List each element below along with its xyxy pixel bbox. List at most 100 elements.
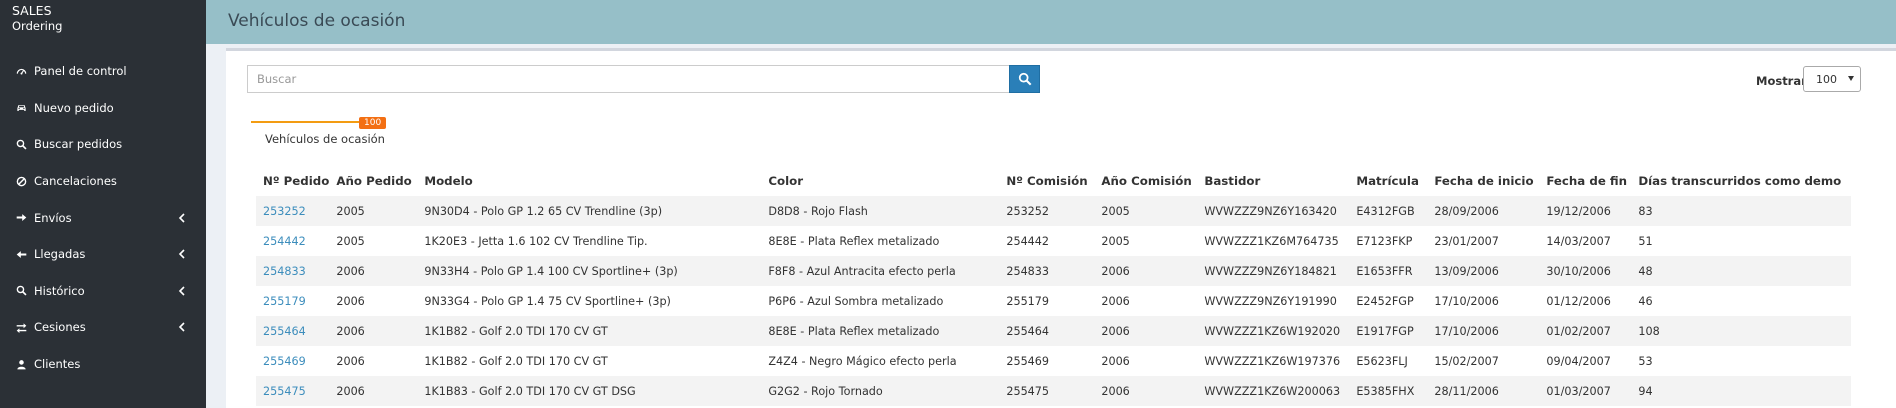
order-link[interactable]: 253252 [263,205,306,218]
brand-title: SALES [12,3,52,18]
order-number-cell: 254442 [256,226,329,256]
table-cell: 23/01/2007 [1434,234,1499,248]
chevron-left-icon [178,213,185,223]
table-cell: 2006 [1101,354,1130,368]
col-header[interactable]: Nº Comisión [999,166,1094,196]
col-header[interactable]: Fecha de inicio [1427,166,1539,196]
table-cell: WVWZZZ9NZ6Y163420 [1204,204,1337,218]
table-cell: 46 [1638,294,1653,308]
table-cell: 53 [1638,354,1653,368]
search-input[interactable] [247,65,1011,93]
table-row: 255464 2006 1K1B82 - Golf 2.0 TDI 170 CV… [256,316,1851,346]
order-number-cell: 254833 [256,256,329,286]
table-cell: E1917FGP [1356,324,1414,338]
col-header[interactable]: Bastidor [1197,166,1349,196]
col-header[interactable]: Fecha de fin [1539,166,1631,196]
table-cell: D8D8 - Rojo Flash [768,204,868,218]
table-cell: E1653FFR [1356,264,1413,278]
table-cell: G2G2 - Rojo Tornado [768,384,883,398]
order-link[interactable]: 255475 [263,385,306,398]
sidebar-item-label: Cesiones [34,320,86,335]
table-cell: WVWZZZ1KZ6W200063 [1204,384,1341,398]
order-number-cell: 255179 [256,286,329,316]
table-cell: 254442 [1006,234,1050,248]
page-size-select[interactable]: 100 [1803,66,1861,92]
table-cell: 14/03/2007 [1546,234,1611,248]
sidebar-nav: Panel de control Nuevo pedido Buscar ped… [0,53,206,382]
page-header: Vehículos de ocasión [206,0,1896,44]
arrow-right-icon [14,211,28,225]
content-box: Mostrar 100 100 Vehículos de ocasión Nº … [226,48,1896,408]
table-cell: 30/10/2006 [1546,264,1611,278]
sidebar-item-envios[interactable]: Envíos [0,199,206,236]
brand-subtitle: Ordering [12,19,63,33]
table-cell: E5623FLJ [1356,354,1408,368]
sidebar-item-nuevo-pedido[interactable]: Nuevo pedido [0,90,206,127]
table-cell: WVWZZZ1KZ6M764735 [1204,234,1339,248]
table-cell: 9N33G4 - Polo GP 1.4 75 CV Sportline+ (3… [424,294,671,308]
table-cell: 15/02/2007 [1434,354,1499,368]
col-header[interactable]: Año Pedido [329,166,417,196]
search-button[interactable] [1009,65,1040,93]
table-row: 255475 2006 1K1B83 - Golf 2.0 TDI 170 CV… [256,376,1851,406]
table-cell: 17/10/2006 [1434,294,1499,308]
page-title: Vehículos de ocasión [228,11,406,31]
table-cell: 28/09/2006 [1434,204,1499,218]
table-cell: 2005 [336,204,365,218]
table-row: 253252 2005 9N30D4 - Polo GP 1.2 65 CV T… [256,196,1851,226]
order-link[interactable]: 255464 [263,325,306,338]
col-header[interactable]: Año Comisión [1094,166,1197,196]
table-cell: WVWZZZ1KZ6W192020 [1204,324,1341,338]
col-header[interactable]: Días transcurridos como demo [1631,166,1851,196]
sidebar-item-cancelaciones[interactable]: Cancelaciones [0,163,206,200]
table-cell: 255469 [1006,354,1050,368]
table-cell: E2452FGP [1356,294,1414,308]
sidebar-item-label: Buscar pedidos [34,137,123,152]
sidebar-item-panel-de-control[interactable]: Panel de control [0,53,206,90]
col-header[interactable]: Color [761,166,999,196]
sidebar-item-label: Envíos [34,210,72,225]
sidebar-item-label: Clientes [34,357,81,372]
table-row: 254833 2006 9N33H4 - Polo GP 1.4 100 CV … [256,256,1851,286]
table-cell: 1K1B83 - Golf 2.0 TDI 170 CV GT DSG [424,384,636,398]
table-cell: 9N33H4 - Polo GP 1.4 100 CV Sportline+ (… [424,264,678,278]
table-cell: 2005 [1101,204,1130,218]
table-header-row: Nº Pedido Año Pedido Modelo Color Nº Com… [256,166,1851,196]
sidebar-item-cesiones[interactable]: Cesiones [0,309,206,346]
table-cell: 01/12/2006 [1546,294,1611,308]
col-header[interactable]: Modelo [417,166,761,196]
sidebar-item-historico[interactable]: Histórico [0,273,206,310]
sidebar-item-clientes[interactable]: Clientes [0,346,206,383]
table-cell: 2006 [336,354,365,368]
ban-icon [14,174,28,188]
sidebar-item-buscar-pedidos[interactable]: Buscar pedidos [0,126,206,163]
table-cell: 94 [1638,384,1653,398]
order-link[interactable]: 254442 [263,235,306,248]
order-link[interactable]: 255469 [263,355,306,368]
table-cell: 253252 [1006,204,1050,218]
col-header[interactable]: Nº Pedido [256,166,329,196]
sidebar-item-label: Nuevo pedido [34,100,114,115]
sidebar-item-llegadas[interactable]: Llegadas [0,236,206,273]
tab-vehiculos-de-ocasion[interactable]: Vehículos de ocasión [265,132,385,146]
table-cell: 8E8E - Plata Reflex metalizado [768,324,940,338]
order-link[interactable]: 254833 [263,265,306,278]
table-cell: 108 [1638,324,1660,338]
table-cell: P6P6 - Azul Sombra metalizado [768,294,944,308]
table-cell: 1K20E3 - Jetta 1.6 102 CV Trendline Tip. [424,234,648,248]
search-icon [14,137,28,151]
table-cell: 255464 [1006,324,1050,338]
order-number-cell: 255475 [256,376,329,406]
dashboard-icon [14,64,28,78]
order-link[interactable]: 255179 [263,295,306,308]
table-cell: 255179 [1006,294,1050,308]
caret-down-icon [1848,76,1854,81]
col-header[interactable]: Matrícula [1349,166,1427,196]
table-cell: 19/12/2006 [1546,204,1611,218]
table-cell: 8E8E - Plata Reflex metalizado [768,234,940,248]
search-icon [14,284,28,298]
table-cell: 83 [1638,204,1653,218]
arrow-left-icon [14,247,28,261]
sidebar-item-label: Histórico [34,283,85,298]
table-cell: 51 [1638,234,1653,248]
